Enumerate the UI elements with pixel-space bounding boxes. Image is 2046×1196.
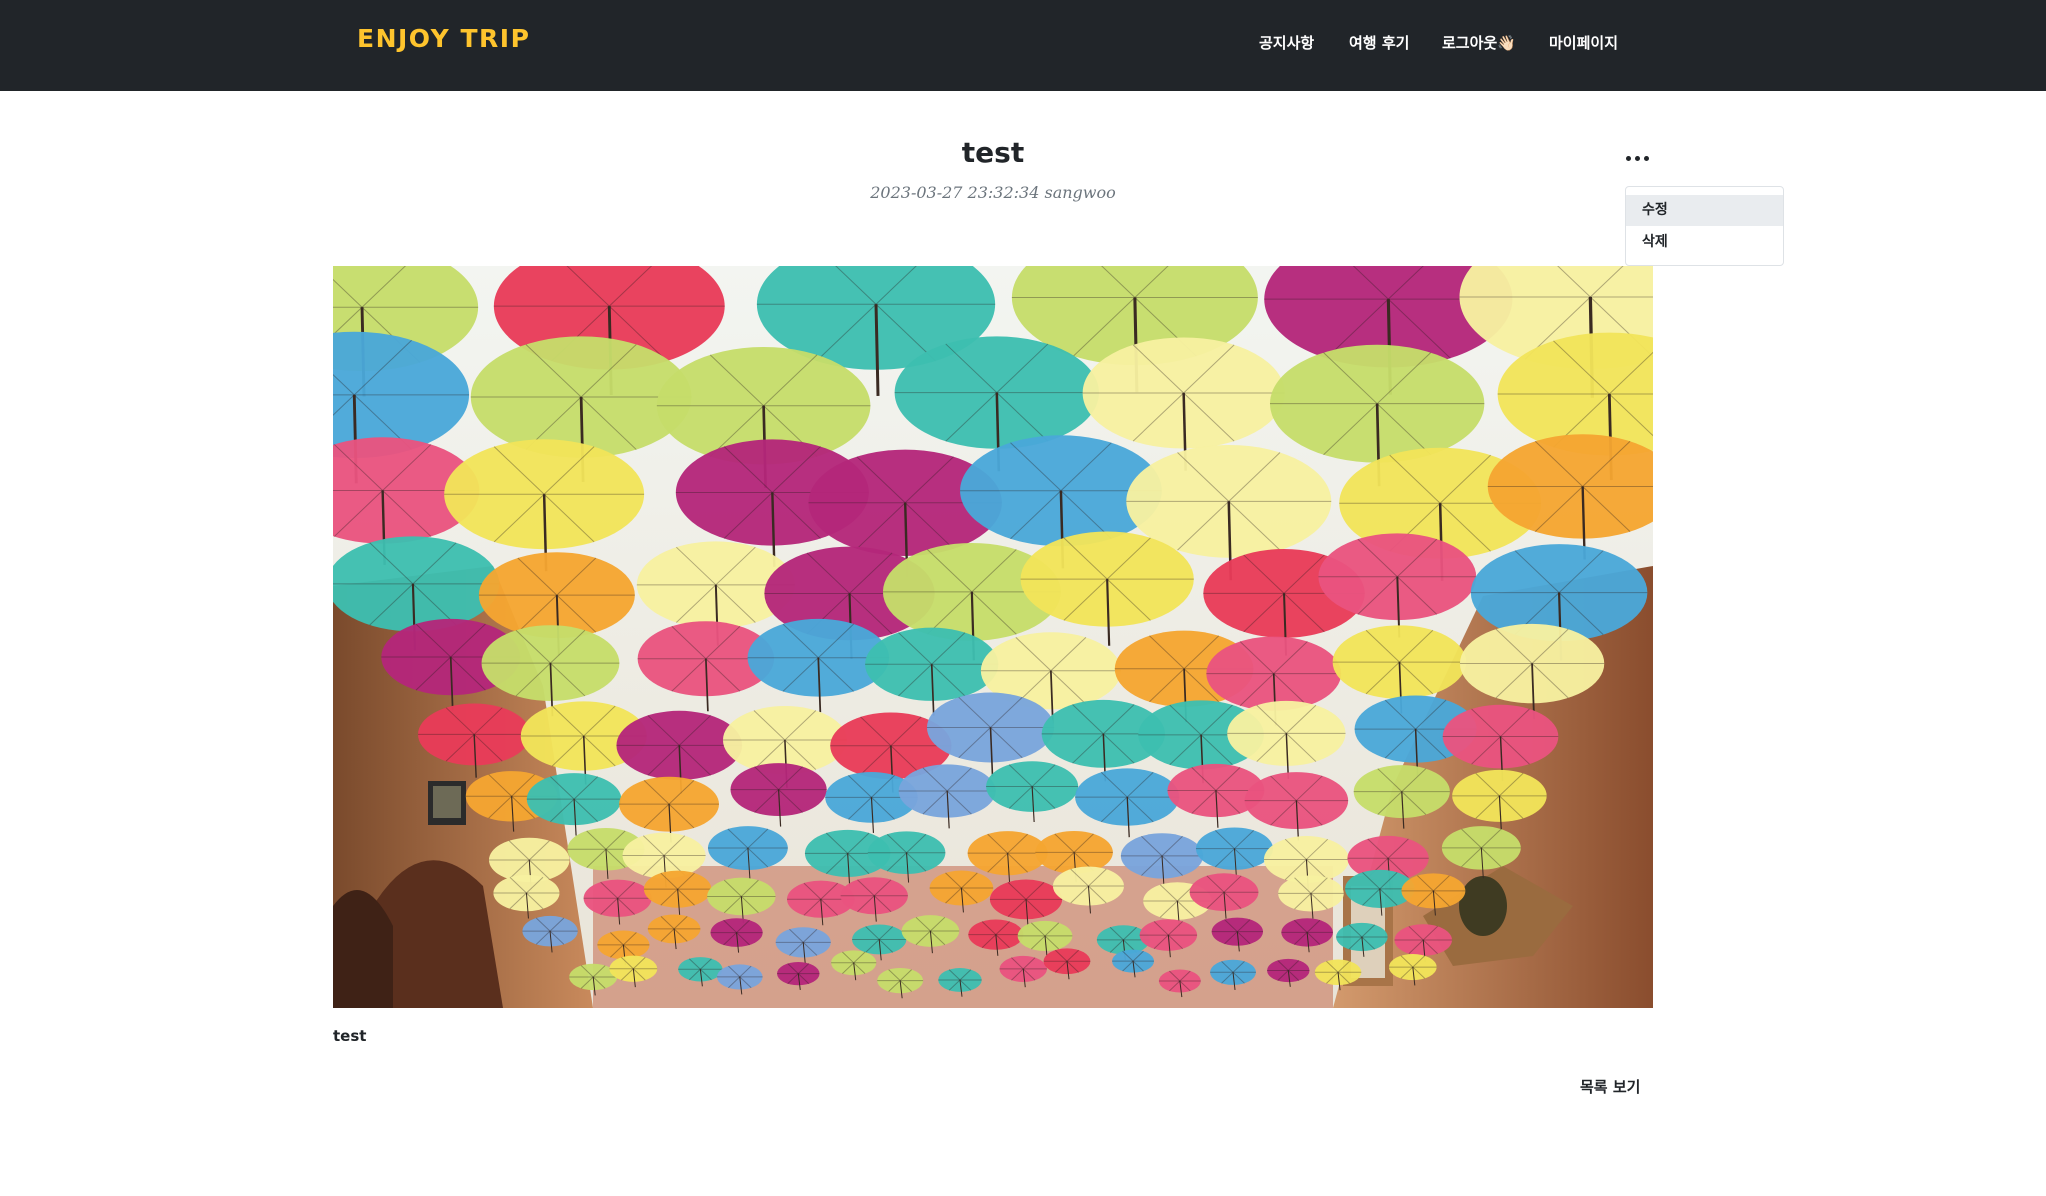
menu-item-edit[interactable]: 수정 [1626, 195, 1783, 226]
post-content: test [333, 1027, 367, 1045]
more-options-icon[interactable] [1620, 146, 1656, 170]
top-navbar: ENJOY TRIP 공지사항 여행 후기 로그아웃👋🏻 마이페이지 [0, 0, 2046, 91]
post-image [333, 266, 1653, 1008]
menu-item-delete[interactable]: 삭제 [1626, 227, 1783, 258]
nav-mypage[interactable]: 마이페이지 [1549, 32, 1618, 53]
nav-logout[interactable]: 로그아웃👋🏻 [1442, 32, 1516, 53]
nav-notice[interactable]: 공지사항 [1259, 32, 1314, 53]
post-title: test [961, 136, 1025, 169]
back-to-list-button[interactable]: 목록 보기 [1580, 1076, 1640, 1097]
post-options-menu: 수정 삭제 [1625, 186, 1784, 266]
nav-reviews[interactable]: 여행 후기 [1349, 32, 1409, 53]
brand-logo[interactable]: ENJOY TRIP [357, 24, 530, 53]
